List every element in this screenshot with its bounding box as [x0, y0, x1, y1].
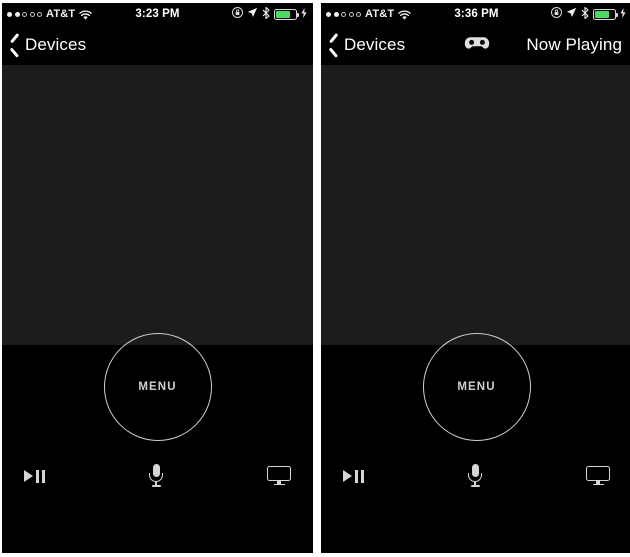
- status-bar: AT&T 3:36 PM: [321, 3, 630, 25]
- signal-strength-dots: [7, 11, 42, 17]
- signal-strength-dots: [326, 11, 361, 17]
- menu-button[interactable]: MENU: [103, 333, 212, 441]
- clock-label: 3:36 PM: [454, 8, 499, 20]
- menu-button-label: MENU: [457, 381, 496, 393]
- play-pause-button[interactable]: [24, 469, 45, 483]
- phone-screen-right: AT&T 3:36 PM Devices Now Playing MENU: [321, 3, 630, 553]
- touch-surface[interactable]: [321, 65, 630, 345]
- menu-button[interactable]: MENU: [422, 333, 531, 441]
- charging-bolt-icon: [620, 7, 626, 21]
- tv-display-icon: [586, 466, 610, 486]
- status-bar-right: [232, 6, 307, 22]
- status-bar: AT&T 3:23 PM: [2, 3, 313, 25]
- play-pause-icon: [24, 469, 45, 483]
- rotation-lock-icon: [551, 7, 562, 21]
- microphone-button[interactable]: [364, 464, 586, 488]
- clock-label: 3:23 PM: [135, 8, 180, 20]
- wifi-icon: [79, 10, 93, 21]
- microphone-button[interactable]: [45, 464, 267, 488]
- status-bar-left: AT&T: [7, 8, 93, 21]
- back-button[interactable]: Devices: [329, 35, 405, 55]
- menu-button-label: MENU: [138, 381, 177, 393]
- charging-bolt-icon: [301, 7, 307, 21]
- microphone-icon: [467, 464, 483, 488]
- touch-surface[interactable]: [2, 65, 313, 345]
- battery-icon: [274, 8, 299, 20]
- rotation-lock-icon: [232, 7, 243, 21]
- status-bar-right: [551, 6, 626, 22]
- signal-dot-filled: [7, 11, 12, 17]
- display-button[interactable]: [586, 466, 610, 486]
- back-button-label: Devices: [344, 35, 406, 54]
- control-area: MENU: [321, 333, 630, 453]
- status-bar-left: AT&T: [326, 8, 412, 21]
- back-button[interactable]: Devices: [10, 35, 86, 55]
- back-button-label: Devices: [25, 35, 87, 54]
- carrier-label: AT&T: [46, 8, 76, 20]
- play-pause-icon: [343, 469, 364, 483]
- battery-fill: [276, 10, 291, 18]
- gamepad-icon: [464, 35, 490, 56]
- tv-display-icon: [267, 466, 291, 486]
- navigation-bar: Devices: [2, 25, 313, 65]
- battery-fill: [595, 10, 610, 18]
- signal-dot-empty: [37, 11, 42, 17]
- carrier-label: AT&T: [365, 8, 395, 20]
- now-playing-button[interactable]: Now Playing: [526, 35, 622, 55]
- bluetooth-icon: [581, 6, 589, 22]
- navigation-bar: Devices Now Playing: [321, 25, 630, 65]
- phone-screen-left: AT&T 3:23 PM Devices MENU: [2, 3, 313, 553]
- signal-dot-filled: [14, 11, 20, 17]
- play-pause-button[interactable]: [343, 469, 364, 483]
- signal-dot-empty: [356, 11, 361, 17]
- location-arrow-icon: [247, 7, 258, 21]
- wifi-icon: [398, 10, 412, 21]
- signal-dot-filled: [326, 11, 331, 17]
- battery-icon: [593, 8, 618, 20]
- bottom-toolbar: [2, 453, 313, 505]
- microphone-icon: [148, 464, 164, 488]
- gamepad-button[interactable]: [464, 35, 490, 56]
- signal-dot-empty: [29, 11, 35, 17]
- signal-dot-empty: [341, 11, 346, 17]
- chevron-left-icon: [10, 37, 19, 53]
- chevron-left-icon: [329, 37, 338, 53]
- signal-dot-filled: [333, 11, 339, 17]
- bottom-toolbar: [321, 453, 630, 505]
- bluetooth-icon: [262, 6, 270, 22]
- signal-dot-empty: [348, 11, 354, 17]
- location-arrow-icon: [566, 7, 577, 21]
- signal-dot-empty: [22, 11, 27, 17]
- display-button[interactable]: [267, 466, 291, 486]
- control-area: MENU: [2, 333, 313, 453]
- screenshot-stage: AT&T 3:23 PM Devices MENU AT&T 3:36 PM D…: [0, 0, 630, 557]
